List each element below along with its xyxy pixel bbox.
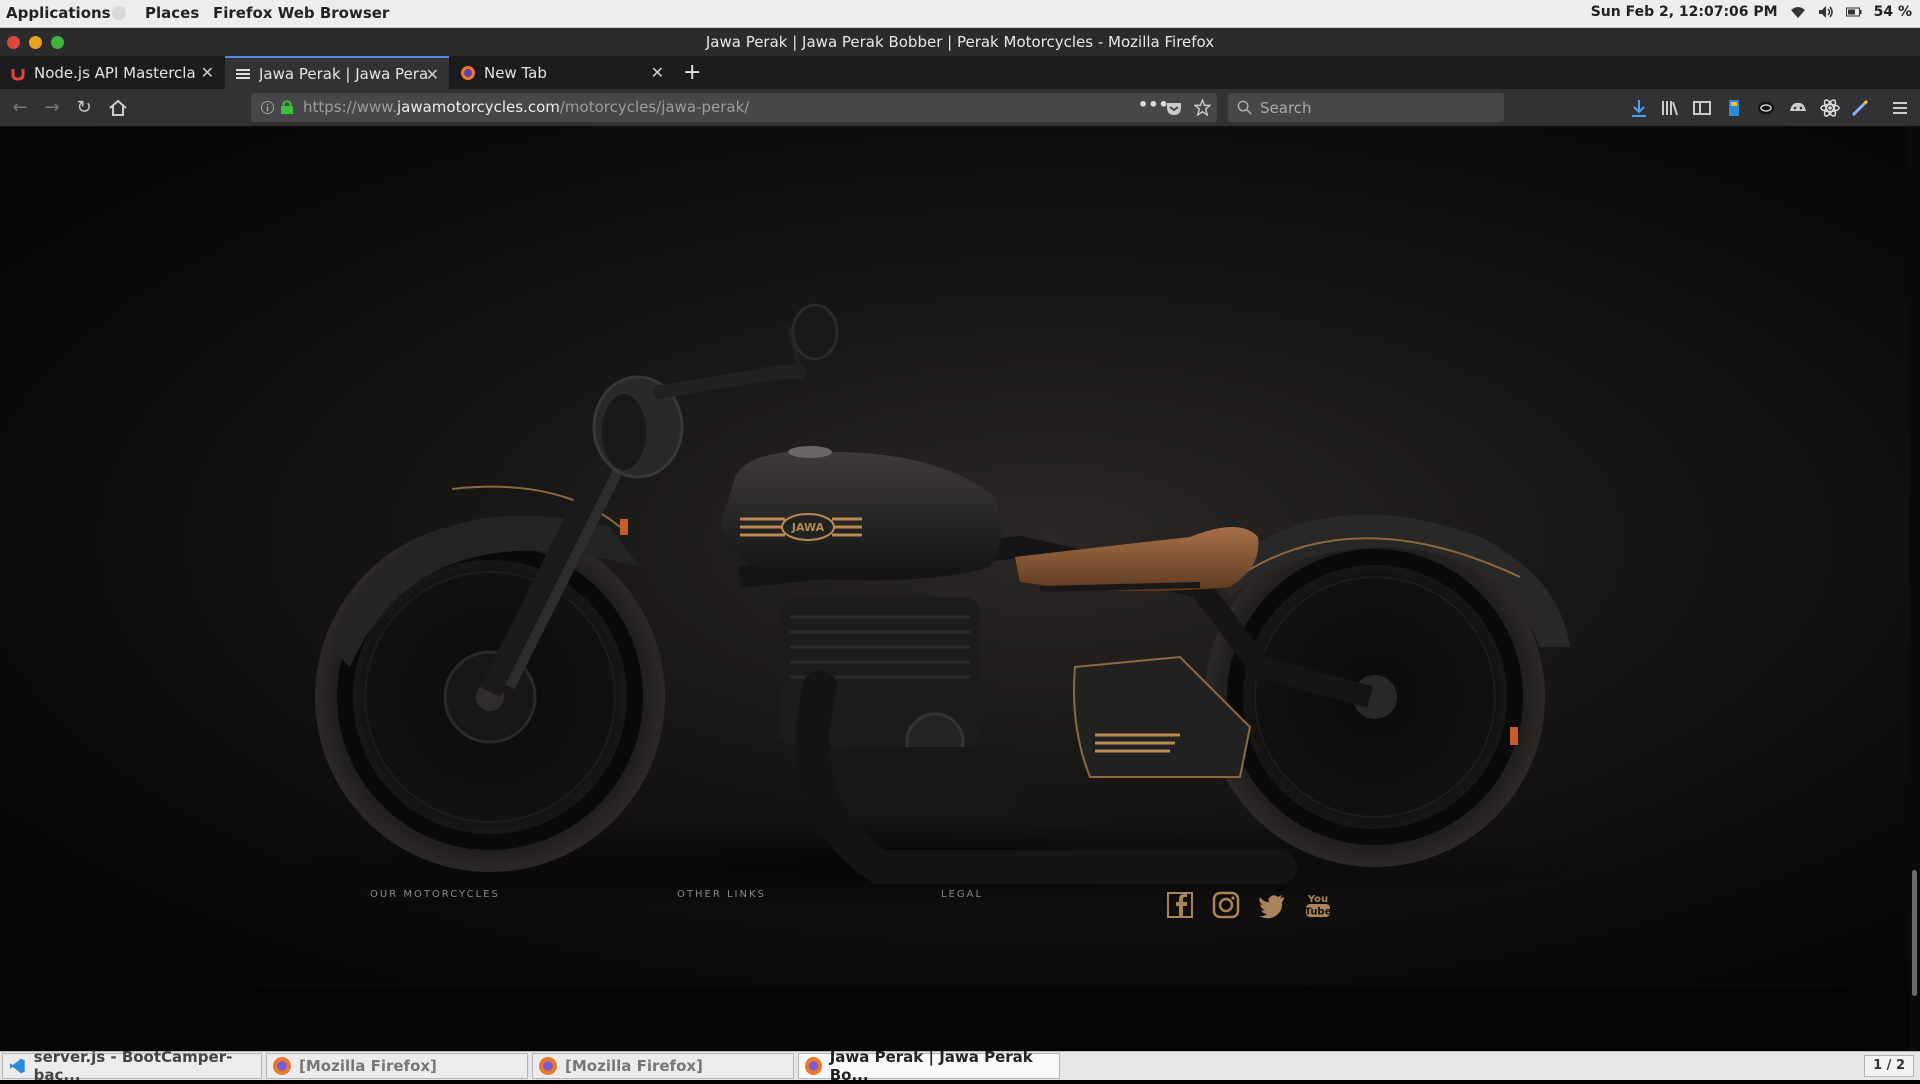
- places-menu[interactable]: Places: [145, 4, 199, 22]
- window-list-taskbar: server.js - BootCamper-bac... [Mozilla F…: [0, 1048, 1920, 1084]
- extension-bookmark-icon[interactable]: [1722, 96, 1746, 120]
- taskbar-item-vscode[interactable]: server.js - BootCamper-bac...: [2, 1048, 262, 1084]
- extension-react-icon[interactable]: [1818, 96, 1842, 120]
- url-text: https://www.jawamotorcycles.com/motorcyc…: [303, 98, 749, 116]
- search-bar[interactable]: Search: [1228, 93, 1504, 122]
- battery-percent: 54 %: [1873, 4, 1912, 20]
- places-icon: [112, 6, 126, 20]
- instagram-icon[interactable]: [1212, 891, 1240, 919]
- window-close-button[interactable]: [7, 36, 20, 49]
- vscode-icon: [9, 1058, 25, 1074]
- youtube-icon[interactable]: You Tube: [1304, 891, 1332, 919]
- tab-close-icon[interactable]: ✕: [201, 63, 214, 82]
- wifi-icon[interactable]: [1790, 5, 1806, 19]
- downloads-icon[interactable]: [1627, 96, 1651, 120]
- tab-close-icon[interactable]: ✕: [651, 63, 664, 82]
- tank-badge-text: JAWA: [791, 521, 825, 534]
- extension-eyedropper-icon[interactable]: [1848, 96, 1872, 120]
- extension-mask-icon[interactable]: [1754, 96, 1778, 120]
- hero-section: JAWA: [0, 127, 1909, 987]
- taskbar-item-label: [Mozilla Firefox]: [565, 1057, 703, 1075]
- reload-icon[interactable]: ↻: [72, 96, 96, 120]
- library-icon[interactable]: [1658, 96, 1682, 120]
- hamburger-menu-icon[interactable]: [1888, 96, 1912, 120]
- taskbar-item-firefox-active[interactable]: Jawa Perak | Jawa Perak Bo...: [798, 1048, 1060, 1084]
- tab-label: Node.js API Mastercla: [34, 63, 196, 82]
- twitter-icon[interactable]: [1258, 891, 1286, 919]
- footer-heading-other-links[interactable]: OTHER LINKS: [677, 889, 766, 900]
- url-bar[interactable]: https://www.jawamotorcycles.com/motorcyc…: [251, 93, 1217, 122]
- taskbar-item-firefox-1[interactable]: [Mozilla Firefox]: [266, 1053, 528, 1079]
- url-path: /motorcycles/jawa-perak/: [559, 98, 750, 116]
- firefox-favicon-icon: [461, 65, 475, 80]
- tab-label: Jawa Perak | Jawa Pera: [259, 64, 429, 83]
- window-titlebar: Jawa Perak | Jawa Perak Bobber | Perak M…: [0, 28, 1920, 56]
- svg-text:You: You: [1307, 894, 1328, 905]
- taskbar-item-label: server.js - BootCamper-bac...: [33, 1048, 233, 1084]
- window-maximize-button[interactable]: [51, 36, 64, 49]
- window-title: Jawa Perak | Jawa Perak Bobber | Perak M…: [705, 33, 1215, 51]
- app-menu[interactable]: Firefox Web Browser: [213, 4, 389, 22]
- battery-icon[interactable]: [1845, 6, 1862, 18]
- window-minimize-button[interactable]: [29, 36, 42, 49]
- sidebar-icon[interactable]: [1690, 96, 1714, 120]
- facebook-icon[interactable]: [1166, 891, 1194, 919]
- applications-menu[interactable]: Applications: [6, 4, 111, 22]
- site-footer: [0, 987, 1909, 1051]
- firefox-icon: [539, 1057, 557, 1075]
- info-icon[interactable]: [260, 100, 275, 115]
- lock-icon: [281, 100, 293, 114]
- taskbar-item-label: Jawa Perak | Jawa Perak Bo...: [829, 1048, 1033, 1084]
- search-icon: [1237, 100, 1252, 115]
- motorcycle-image: JAWA: [260, 303, 1620, 912]
- udemy-favicon-icon: [11, 68, 25, 81]
- taskbar-item-firefox-2[interactable]: [Mozilla Firefox]: [532, 1053, 794, 1079]
- forward-icon[interactable]: →: [40, 96, 64, 120]
- clock[interactable]: Sun Feb 2, 12:07:06 PM: [1591, 4, 1778, 20]
- svg-text:Tube: Tube: [1305, 907, 1332, 918]
- taskbar-item-label: [Mozilla Firefox]: [299, 1057, 437, 1075]
- new-tab-button[interactable]: +: [678, 56, 708, 89]
- tab-label: New Tab: [484, 63, 547, 82]
- page-actions-icon[interactable]: •••: [1138, 95, 1169, 114]
- pocket-icon[interactable]: [1166, 100, 1182, 116]
- tab-nodejs[interactable]: Node.js API Mastercla ✕: [0, 56, 224, 89]
- firefox-icon: [273, 1057, 291, 1075]
- search-placeholder: Search: [1260, 99, 1312, 117]
- url-prefix: https://www.: [303, 98, 397, 116]
- footer-heading-legal[interactable]: LEGAL: [941, 889, 983, 900]
- home-icon[interactable]: [106, 96, 130, 120]
- back-icon[interactable]: ←: [8, 96, 32, 120]
- workspace-indicator[interactable]: 1 / 2: [1864, 1055, 1914, 1077]
- bookmark-star-icon[interactable]: [1194, 99, 1211, 116]
- page-favicon-icon: [236, 68, 250, 79]
- navigation-toolbar: ← → ↻ https://www.jawamotorcycles.com/mo…: [0, 89, 1920, 127]
- url-domain: jawamotorcycles.com: [396, 98, 560, 116]
- extension-animal-icon[interactable]: [1786, 96, 1810, 120]
- tab-jawa-perak[interactable]: Jawa Perak | Jawa Pera ✕: [225, 56, 449, 89]
- firefox-icon: [805, 1057, 822, 1075]
- page-content: JAWA: [0, 127, 1909, 1051]
- system-top-bar: Applications Places Firefox Web Browser …: [0, 0, 1920, 28]
- tab-new-tab[interactable]: New Tab ✕: [450, 56, 674, 89]
- tab-close-icon[interactable]: ✕: [426, 65, 439, 84]
- volume-icon[interactable]: [1818, 5, 1834, 19]
- tab-bar: Node.js API Mastercla ✕ Jawa Perak | Jaw…: [0, 56, 1920, 89]
- scrollbar-thumb[interactable]: [1912, 870, 1917, 996]
- footer-heading-motorcycles[interactable]: OUR MOTORCYCLES: [370, 889, 500, 900]
